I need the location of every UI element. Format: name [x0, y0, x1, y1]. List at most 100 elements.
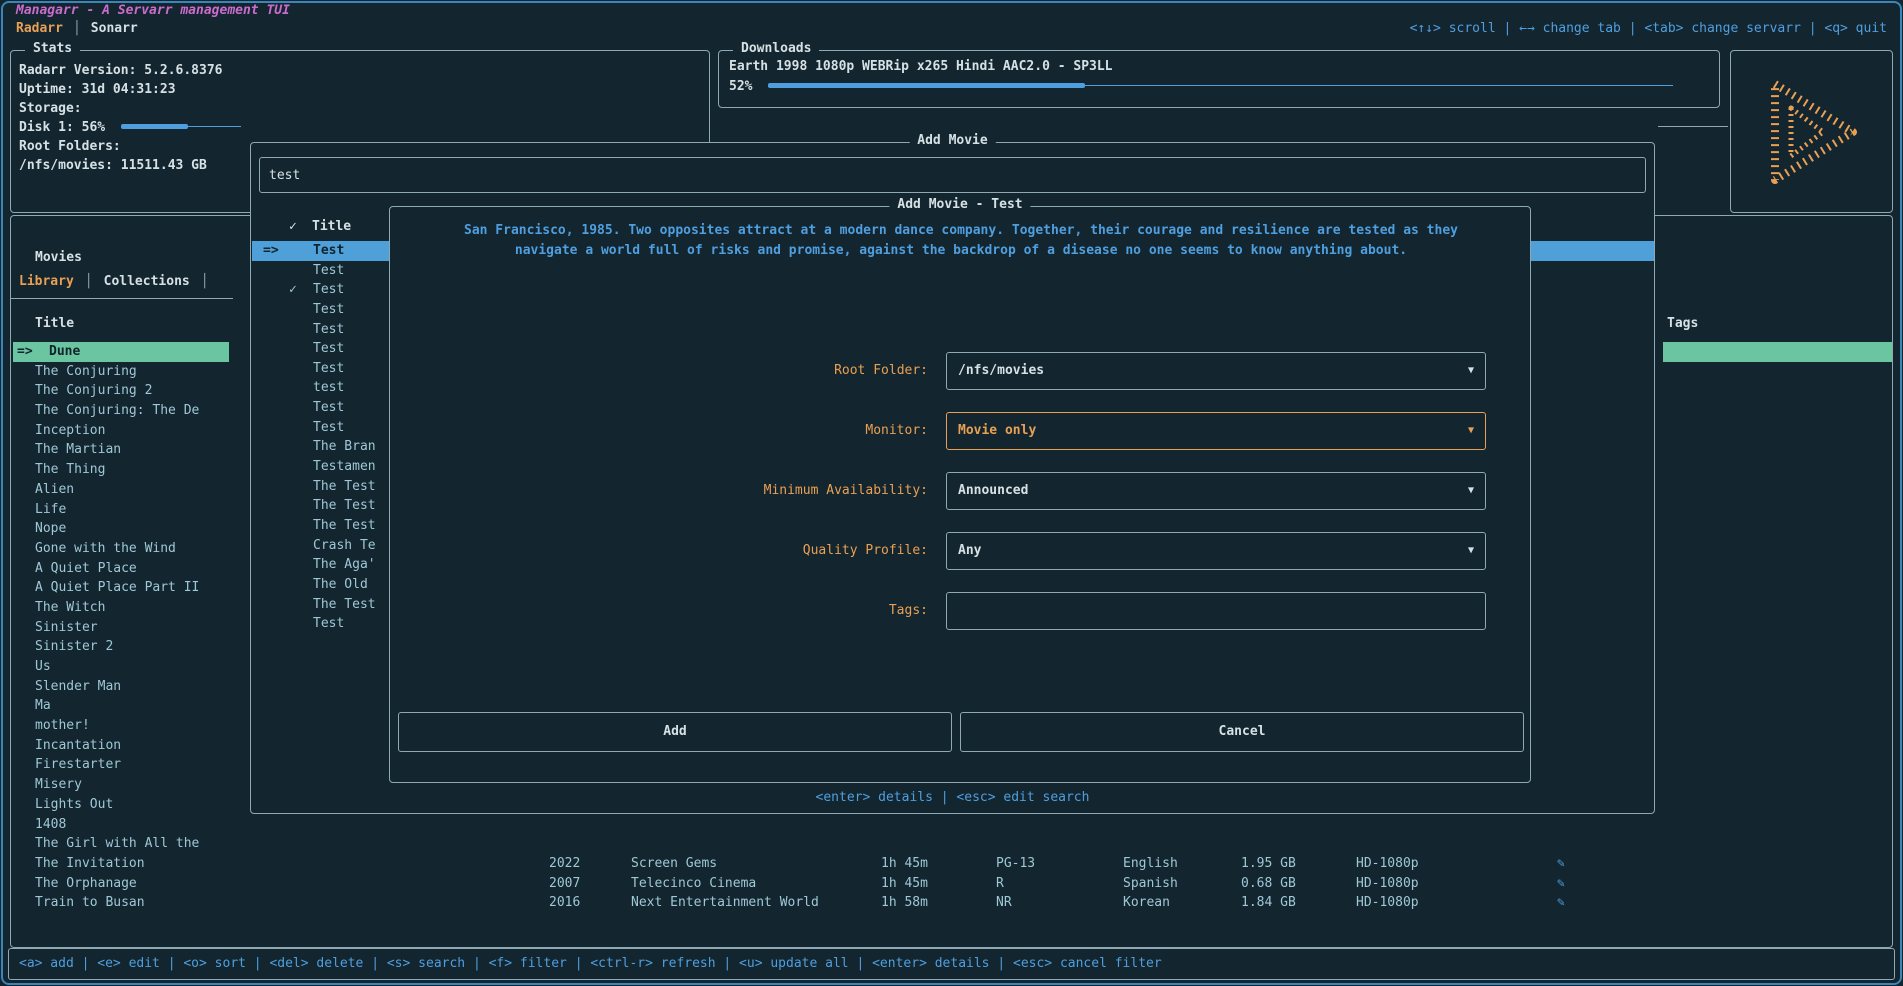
chevron-down-icon: ▼	[1468, 413, 1474, 449]
form-row: Root Folder: /nfs/movies ▼	[398, 352, 1524, 390]
movie-rating: R	[996, 874, 1004, 894]
movie-year: 2016	[549, 893, 580, 913]
movie-search-input[interactable]	[259, 157, 1646, 193]
movie-list-item[interactable]: The Conjuring 2	[13, 381, 229, 401]
movie-title: The Conjuring	[35, 364, 137, 379]
logo-panel	[1730, 50, 1893, 213]
movie-details-row[interactable]: 2007 Telecinco Cinema 1h 45m R Spanish 0…	[11, 874, 1892, 894]
field-value: Movie only	[958, 423, 1036, 438]
result-title: The Aga'	[313, 557, 376, 572]
field-value: Announced	[958, 483, 1028, 498]
add-movie-popup: Add Movie ✓ Title => Test Test ✓ Test	[250, 142, 1655, 814]
tab-separator: │	[85, 274, 93, 289]
movie-list-item[interactable]: The Girl with All the	[13, 834, 229, 854]
add-button[interactable]: Add	[398, 712, 952, 752]
movie-list-item[interactable]: Incantation	[13, 736, 229, 756]
movie-title: The Martian	[35, 442, 121, 457]
movie-list-item[interactable]: Firestarter	[13, 755, 229, 775]
tabs-underline	[11, 298, 233, 299]
movie-list-item[interactable]: The Thing	[13, 460, 229, 480]
field-dropdown[interactable]: Movie only ▼	[946, 412, 1486, 450]
selection-marker: =>	[263, 241, 279, 261]
movie-language: Korean	[1123, 893, 1170, 913]
field-dropdown[interactable]	[946, 592, 1486, 630]
result-title: The Test	[313, 479, 376, 494]
movie-studio: Screen Gems	[631, 854, 717, 874]
movie-title: Ma	[35, 698, 51, 713]
field-label: Quality Profile:	[398, 532, 928, 570]
movie-list-item[interactable]: A Quiet Place Part II	[13, 578, 229, 598]
movie-size: 1.84 GB	[1241, 893, 1296, 913]
result-title: Test	[313, 302, 344, 317]
movie-list-item[interactable]: Life	[13, 500, 229, 520]
tab-library[interactable]: Library	[19, 274, 74, 289]
movie-list-item[interactable]: Sinister	[13, 618, 229, 638]
movie-quality: HD-1080p	[1356, 854, 1419, 874]
movie-overview: San Francisco, 1985. Two opposites attra…	[461, 221, 1461, 261]
result-title: Test	[313, 400, 344, 415]
movie-list-item[interactable]: Lights Out	[13, 795, 229, 815]
form-row: Tags:	[398, 592, 1524, 630]
movie-quality: HD-1080p	[1356, 893, 1419, 913]
tab-sonarr[interactable]: Sonarr	[91, 21, 138, 36]
result-title: The Bran	[313, 439, 376, 454]
movie-list-item[interactable]: => Dune	[13, 342, 229, 362]
bottom-hint-bar: <a> add | <e> edit | <o> sort | <del> de…	[8, 948, 1895, 980]
download-percent: 52%	[729, 79, 752, 94]
cancel-button[interactable]: Cancel	[960, 712, 1524, 752]
movie-list-item[interactable]: Sinister 2	[13, 637, 229, 657]
movies-tab-bar: Library │ Collections │	[19, 274, 209, 289]
field-value: Any	[958, 543, 981, 558]
add-movie-modal: Add Movie - Test San Francisco, 1985. Tw…	[389, 206, 1531, 783]
managarr-logo-icon	[1756, 74, 1868, 190]
tab-radarr[interactable]: Radarr	[16, 21, 63, 36]
result-title: Test	[313, 616, 344, 631]
movie-title: Lights Out	[35, 797, 113, 812]
movie-list-item[interactable]: Alien	[13, 480, 229, 500]
field-dropdown[interactable]: Announced ▼	[946, 472, 1486, 510]
movie-list-item[interactable]: Ma	[13, 696, 229, 716]
movie-title: Sinister	[35, 620, 98, 635]
movie-list-item[interactable]: Nope	[13, 519, 229, 539]
movie-details-row[interactable]: 2016 Next Entertainment World 1h 58m NR …	[11, 893, 1892, 913]
movie-list-item[interactable]: mother!	[13, 716, 229, 736]
results-check-column-header: ✓	[289, 219, 297, 234]
result-title: Test	[313, 263, 344, 278]
results-title-column-header: Title	[312, 219, 351, 234]
movie-details-row[interactable]: 2022 Screen Gems 1h 45m PG-13 English 1.…	[11, 854, 1892, 874]
title-column-header: Title	[35, 316, 74, 331]
movie-list-item[interactable]: The Conjuring	[13, 362, 229, 382]
movie-list-item[interactable]: The Conjuring: The De	[13, 401, 229, 421]
movie-title: Alien	[35, 482, 74, 497]
movie-list-item[interactable]: Us	[13, 657, 229, 677]
result-title: Test	[313, 420, 344, 435]
movie-list-item[interactable]: The Martian	[13, 440, 229, 460]
movie-list-item[interactable]: The Witch	[13, 598, 229, 618]
result-title: Testamen	[313, 459, 376, 474]
movie-title: Us	[35, 659, 51, 674]
edit-icon: ✎	[1557, 854, 1565, 874]
field-dropdown[interactable]: Any ▼	[946, 532, 1486, 570]
movie-runtime: 1h 58m	[881, 893, 928, 913]
movie-list-item[interactable]: A Quiet Place	[13, 559, 229, 579]
disk-usage-row: Disk 1: 56%	[19, 118, 701, 137]
movie-list-item[interactable]: Gone with the Wind	[13, 539, 229, 559]
download-item-title: Earth 1998 1080p WEBRip x265 Hindi AAC2.…	[729, 57, 1709, 77]
add-movie-modal-title: Add Movie - Test	[889, 197, 1030, 212]
movie-title: Inception	[35, 423, 105, 438]
movie-year: 2007	[549, 874, 580, 894]
chevron-down-icon: ▼	[1468, 473, 1474, 509]
movie-list-item[interactable]: Misery	[13, 775, 229, 795]
app-title: Managarr - A Servarr management TUI	[16, 3, 290, 18]
movie-title: A Quiet Place	[35, 561, 137, 576]
movie-list-item[interactable]: Inception	[13, 421, 229, 441]
movie-title: The Witch	[35, 600, 105, 615]
form-row: Quality Profile: Any ▼	[398, 532, 1524, 570]
movie-list-item[interactable]: 1408	[13, 815, 229, 835]
field-dropdown[interactable]: /nfs/movies ▼	[946, 352, 1486, 390]
selection-marker: =>	[17, 342, 33, 362]
movie-title: Slender Man	[35, 679, 121, 694]
movie-list-item[interactable]: Slender Man	[13, 677, 229, 697]
movie-title: A Quiet Place Part II	[35, 580, 199, 595]
tab-collections[interactable]: Collections	[104, 274, 190, 289]
